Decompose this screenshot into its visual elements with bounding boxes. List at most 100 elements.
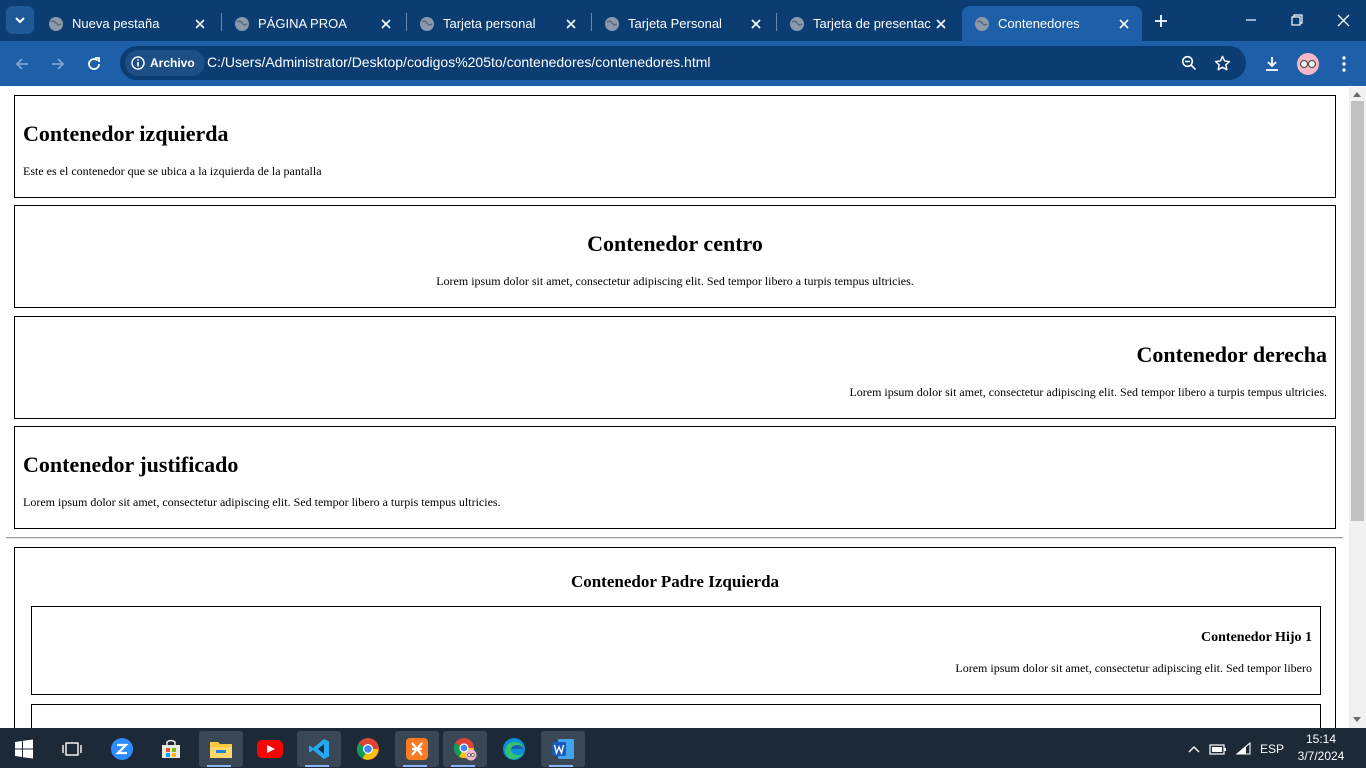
container-justified-text: Lorem ipsum dolor sit amet, consectetur …: [23, 495, 501, 509]
globe-icon: [790, 16, 804, 31]
microsoft-store-icon: [162, 739, 180, 758]
youtube-icon: [257, 740, 283, 758]
task-view-button[interactable]: [52, 731, 92, 767]
taskbar-youtube[interactable]: [250, 731, 290, 767]
scroll-up-arrow[interactable]: [1353, 92, 1361, 97]
tab-title: PÁGINA PROA: [258, 16, 347, 31]
container-right-title: Contenedor derecha: [1136, 342, 1327, 367]
tab-tarjeta-personal-2[interactable]: Tarjeta Personal: [592, 6, 774, 41]
tab-title: Tarjeta personal: [443, 16, 536, 31]
tab-search-button[interactable]: [6, 6, 34, 34]
scrollbar-thumb[interactable]: [1351, 101, 1364, 521]
container-left-title: Contenedor izquierda: [23, 121, 229, 146]
bookmark-button[interactable]: [1212, 53, 1232, 73]
tab-title: Contenedores: [998, 16, 1080, 31]
taskbar-chrome-profile[interactable]: [443, 731, 487, 767]
tab-nueva-pestana[interactable]: Nueva pestaña: [36, 6, 218, 41]
close-icon[interactable]: [561, 14, 581, 34]
close-icon[interactable]: [376, 14, 396, 34]
plus-icon: [1155, 15, 1167, 27]
clock-time: 15:14: [1305, 732, 1337, 746]
zoom-out-icon: [1181, 55, 1197, 71]
language-indicator[interactable]: ESP: [1258, 740, 1286, 758]
new-tab-button[interactable]: [1150, 10, 1172, 32]
tab-pagina-proa[interactable]: PÁGINA PROA: [222, 6, 404, 41]
chrome-icon: [357, 738, 379, 760]
glasses-avatar-icon: [1299, 59, 1317, 69]
arrow-left-icon: [15, 58, 28, 70]
minimize-button[interactable]: [1228, 0, 1274, 40]
tab-strip: Nueva pestaña PÁGINA PROA Tarjeta person…: [0, 0, 1366, 41]
globe-icon: [975, 16, 989, 31]
zoom-button[interactable]: [1179, 53, 1199, 73]
container-child-title: Contenedor Hijo 1: [1201, 630, 1312, 645]
taskbar-store[interactable]: [151, 731, 191, 767]
tab-title: Tarjeta Personal: [628, 16, 722, 31]
container-child-text: Lorem ipsum dolor sit amet, consectetur …: [955, 661, 1312, 675]
container-justified-title: Contenedor justificado: [23, 452, 239, 477]
taskbar-word[interactable]: [541, 731, 585, 767]
container-center-title: Contenedor centro: [587, 231, 763, 256]
container-left: Contenedor izquierda Este es el contened…: [14, 95, 1336, 198]
container-child-2: [31, 704, 1321, 728]
taskbar-file-explorer[interactable]: [199, 731, 243, 767]
tab-tarjeta-personal[interactable]: Tarjeta personal: [407, 6, 589, 41]
globe-icon: [49, 16, 63, 31]
container-parent-title: Contenedor Padre Izquierda: [570, 572, 780, 591]
close-icon[interactable]: [746, 14, 766, 34]
restore-icon: [1291, 14, 1303, 26]
downloads-button[interactable]: [1258, 50, 1286, 78]
tab-contenedores[interactable]: Contenedores: [962, 6, 1142, 41]
chrome-profile-icon: [453, 738, 477, 761]
taskbar-edge[interactable]: [494, 731, 534, 767]
globe-icon: [420, 16, 434, 31]
profile-button[interactable]: [1294, 50, 1322, 78]
tab-title: Tarjeta de presentació: [813, 16, 931, 31]
clock[interactable]: 15:14 3/7/2024: [1286, 731, 1356, 765]
taskbar-vscode[interactable]: [297, 731, 341, 767]
network-button[interactable]: [1235, 740, 1253, 758]
minimize-icon: [1246, 19, 1256, 21]
zoom-icon: [111, 738, 133, 760]
taskbar-zoom[interactable]: [102, 731, 142, 767]
close-icon[interactable]: [190, 14, 210, 34]
start-button[interactable]: [4, 731, 44, 767]
vertical-scrollbar[interactable]: [1349, 87, 1366, 728]
close-window-button[interactable]: [1320, 0, 1366, 40]
security-chip-label: Archivo: [150, 56, 195, 70]
url-text[interactable]: C:/Users/Administrator/Desktop/codigos%2…: [207, 54, 710, 70]
taskbar-xampp[interactable]: [395, 731, 439, 767]
chevron-down-icon: [15, 17, 25, 24]
file-explorer-icon: [210, 742, 232, 758]
globe-icon: [235, 16, 249, 31]
download-icon: [1266, 57, 1278, 71]
address-bar[interactable]: Archivo C:/Users/Administrator/Desktop/c…: [120, 46, 1246, 80]
tab-title: Nueva pestaña: [72, 16, 160, 31]
page-viewport: Contenedor izquierda Este es el contened…: [0, 87, 1349, 728]
site-info-chip[interactable]: Archivo: [125, 50, 205, 76]
more-vertical-icon: [1342, 56, 1346, 72]
scroll-down-arrow[interactable]: [1353, 717, 1361, 722]
menu-button[interactable]: [1330, 50, 1358, 78]
close-icon[interactable]: [1114, 14, 1134, 34]
container-right-text: Lorem ipsum dolor sit amet, consectetur …: [849, 385, 1327, 399]
windows-taskbar: ESP 15:14 3/7/2024: [0, 728, 1366, 768]
task-view-icon: [62, 742, 82, 756]
tab-tarjeta-presentacion[interactable]: Tarjeta de presentació: [777, 6, 959, 41]
taskbar-chrome[interactable]: [348, 731, 388, 767]
forward-button[interactable]: [44, 50, 72, 78]
xampp-icon: [406, 738, 428, 760]
restore-button[interactable]: [1274, 0, 1320, 40]
container-center-text: Lorem ipsum dolor sit amet, consectetur …: [436, 274, 914, 288]
container-parent: Contenedor Padre Izquierda Contenedor Hi…: [14, 547, 1336, 728]
battery-button[interactable]: [1209, 740, 1227, 758]
globe-icon: [605, 16, 619, 31]
reload-button[interactable]: [80, 50, 108, 78]
close-icon[interactable]: [931, 14, 951, 34]
back-button[interactable]: [8, 50, 36, 78]
show-hidden-icons-button[interactable]: [1186, 740, 1202, 758]
horizontal-rule: [6, 537, 1343, 539]
arrow-right-icon: [52, 58, 65, 70]
container-right: Contenedor derecha Lorem ipsum dolor sit…: [14, 316, 1336, 419]
container-center: Contenedor centro Lorem ipsum dolor sit …: [14, 205, 1336, 308]
